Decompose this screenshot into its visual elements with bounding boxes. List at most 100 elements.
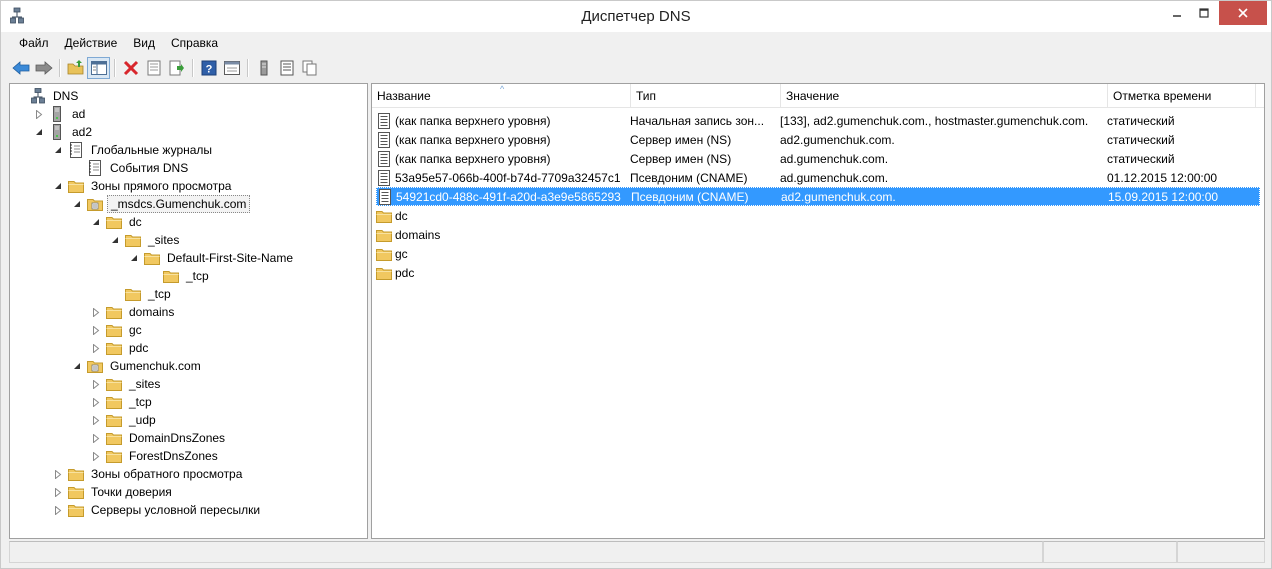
- tree-node[interactable]: pdc: [90, 339, 151, 357]
- help-button[interactable]: ?: [197, 57, 220, 79]
- record-row[interactable]: (как папка верхнего уровня) Начальная зап…: [376, 111, 1260, 130]
- cell-value: ad2.gumenchuk.com.: [781, 189, 896, 204]
- collapse-arrow-icon[interactable]: [109, 234, 121, 246]
- tree-node[interactable]: Зоны обратного просмотра: [52, 465, 245, 483]
- record-row[interactable]: 53a95e57-066b-400f-b74d-7709a32457c1 Псев…: [376, 168, 1260, 187]
- collapse-arrow-icon[interactable]: [71, 360, 83, 372]
- tree-node[interactable]: Default-First-Site-Name: [128, 249, 296, 267]
- expand-arrow-icon[interactable]: [90, 378, 102, 390]
- collapse-arrow-icon[interactable]: [90, 216, 102, 228]
- minimize-button[interactable]: [1164, 1, 1190, 25]
- tree-node[interactable]: _tcp: [90, 393, 155, 411]
- tree-node[interactable]: dc: [90, 213, 145, 231]
- tree-node[interactable]: _tcp: [109, 285, 174, 303]
- expand-arrow-icon[interactable]: [90, 324, 102, 336]
- tree-node-label: _tcp: [129, 395, 152, 409]
- expand-arrow-icon[interactable]: [90, 396, 102, 408]
- expand-arrow-icon[interactable]: [90, 414, 102, 426]
- expand-arrow-icon[interactable]: [52, 468, 64, 480]
- toolbar-separator: [114, 59, 115, 77]
- expand-arrow-icon[interactable]: [52, 504, 64, 516]
- record-list-button[interactable]: [275, 57, 298, 79]
- maximize-button[interactable]: [1191, 1, 1217, 25]
- console-tree[interactable]: DNS ad ad2 Глобальные журналы События DNS Зон…: [9, 83, 368, 539]
- close-icon: [1238, 8, 1248, 18]
- folder-row[interactable]: pdc: [376, 263, 1260, 282]
- folder-icon: [376, 208, 392, 224]
- expand-arrow-icon[interactable]: [52, 486, 64, 498]
- tree-node[interactable]: _sites: [90, 375, 163, 393]
- tree-node[interactable]: ad: [33, 105, 88, 123]
- folder-icon: [106, 304, 122, 320]
- log-icon: [87, 160, 103, 176]
- tree-node[interactable]: Gumenchuk.com: [71, 357, 204, 375]
- close-button[interactable]: [1219, 1, 1267, 25]
- menu-item[interactable]: Действие: [57, 33, 126, 53]
- menu-item[interactable]: Вид: [125, 33, 163, 53]
- column-header-type[interactable]: Тип: [631, 84, 781, 108]
- folder-icon: [163, 268, 179, 284]
- dns-record-icon: [376, 112, 392, 129]
- records-list[interactable]: ^ Название Тип Значение Отметка времени …: [371, 83, 1265, 539]
- record-row[interactable]: (как папка верхнего уровня) Сервер имен (…: [376, 130, 1260, 149]
- forward-button[interactable]: [32, 57, 55, 79]
- tree-node[interactable]: domains: [90, 303, 177, 321]
- tree-node[interactable]: DNS: [14, 87, 81, 105]
- collapse-arrow-icon[interactable]: [52, 144, 64, 156]
- tree-node[interactable]: События DNS: [71, 159, 191, 177]
- tree-node-label: _msdcs.Gumenchuk.com: [107, 195, 251, 213]
- expand-arrow-icon[interactable]: [90, 450, 102, 462]
- folder-row[interactable]: gc: [376, 244, 1260, 263]
- tree-node[interactable]: Точки доверия: [52, 483, 175, 501]
- expand-arrow-icon[interactable]: [90, 432, 102, 444]
- cell-type: Сервер имен (NS): [630, 132, 732, 147]
- collapse-arrow-icon[interactable]: [33, 126, 45, 138]
- properties-button[interactable]: [142, 57, 165, 79]
- svg-text:?: ?: [205, 64, 212, 76]
- expand-arrow-icon[interactable]: [90, 306, 102, 318]
- expand-arrow-icon[interactable]: [90, 342, 102, 354]
- console-button[interactable]: [220, 57, 243, 79]
- collapse-arrow-icon[interactable]: [52, 180, 64, 192]
- cell-name: 54921cd0-488c-491f-a20d-a3e9e5865293: [377, 188, 631, 205]
- folder-icon: [106, 322, 122, 338]
- tree-node[interactable]: DomainDnsZones: [90, 429, 228, 447]
- cell-value: ad2.gumenchuk.com.: [780, 132, 895, 147]
- column-header-name[interactable]: ^ Название: [372, 84, 631, 108]
- menu-item[interactable]: Справка: [163, 33, 226, 53]
- menu-item[interactable]: Файл: [11, 33, 57, 53]
- collapse-arrow-icon[interactable]: [128, 252, 140, 264]
- record-row[interactable]: 54921cd0-488c-491f-a20d-a3e9e5865293 Псев…: [376, 187, 1260, 206]
- tree-node[interactable]: ad2: [33, 123, 95, 141]
- properties-icon: [147, 60, 160, 76]
- tree-node[interactable]: Зоны прямого просмотра: [52, 177, 234, 195]
- tree-node-label: DNS: [53, 89, 79, 103]
- forward-arrow-icon: [35, 61, 53, 75]
- tree-node[interactable]: gc: [90, 321, 145, 339]
- cell-timestamp: статический: [1107, 151, 1175, 166]
- back-button[interactable]: [9, 57, 32, 79]
- tree-node[interactable]: _msdcs.Gumenchuk.com: [71, 195, 251, 213]
- tree-node[interactable]: _sites: [109, 231, 182, 249]
- tree-node[interactable]: ForestDnsZones: [90, 447, 221, 465]
- show-hide-tree-button[interactable]: [87, 57, 110, 79]
- record-row[interactable]: (как папка верхнего уровня) Сервер имен (…: [376, 149, 1260, 168]
- export-list-button[interactable]: [165, 57, 188, 79]
- folder-row[interactable]: dc: [376, 206, 1260, 225]
- copy-button[interactable]: [298, 57, 321, 79]
- folder-row[interactable]: domains: [376, 225, 1260, 244]
- expand-arrow-icon[interactable]: [33, 108, 45, 120]
- delete-button[interactable]: [119, 57, 142, 79]
- server-button[interactable]: [252, 57, 275, 79]
- tree-node[interactable]: _tcp: [147, 267, 212, 285]
- column-header-timestamp[interactable]: Отметка времени: [1108, 84, 1256, 108]
- up-level-button[interactable]: [64, 57, 87, 79]
- tree-node[interactable]: _udp: [90, 411, 159, 429]
- tree-node-label: ad2: [72, 125, 93, 139]
- tree-node[interactable]: Серверы условной пересылки: [52, 501, 263, 519]
- cell-value: ad.gumenchuk.com.: [780, 170, 889, 185]
- sort-ascending-icon: ^: [500, 84, 505, 94]
- column-header-value[interactable]: Значение: [781, 84, 1108, 108]
- collapse-arrow-icon[interactable]: [71, 198, 83, 210]
- tree-node[interactable]: Глобальные журналы: [52, 141, 215, 159]
